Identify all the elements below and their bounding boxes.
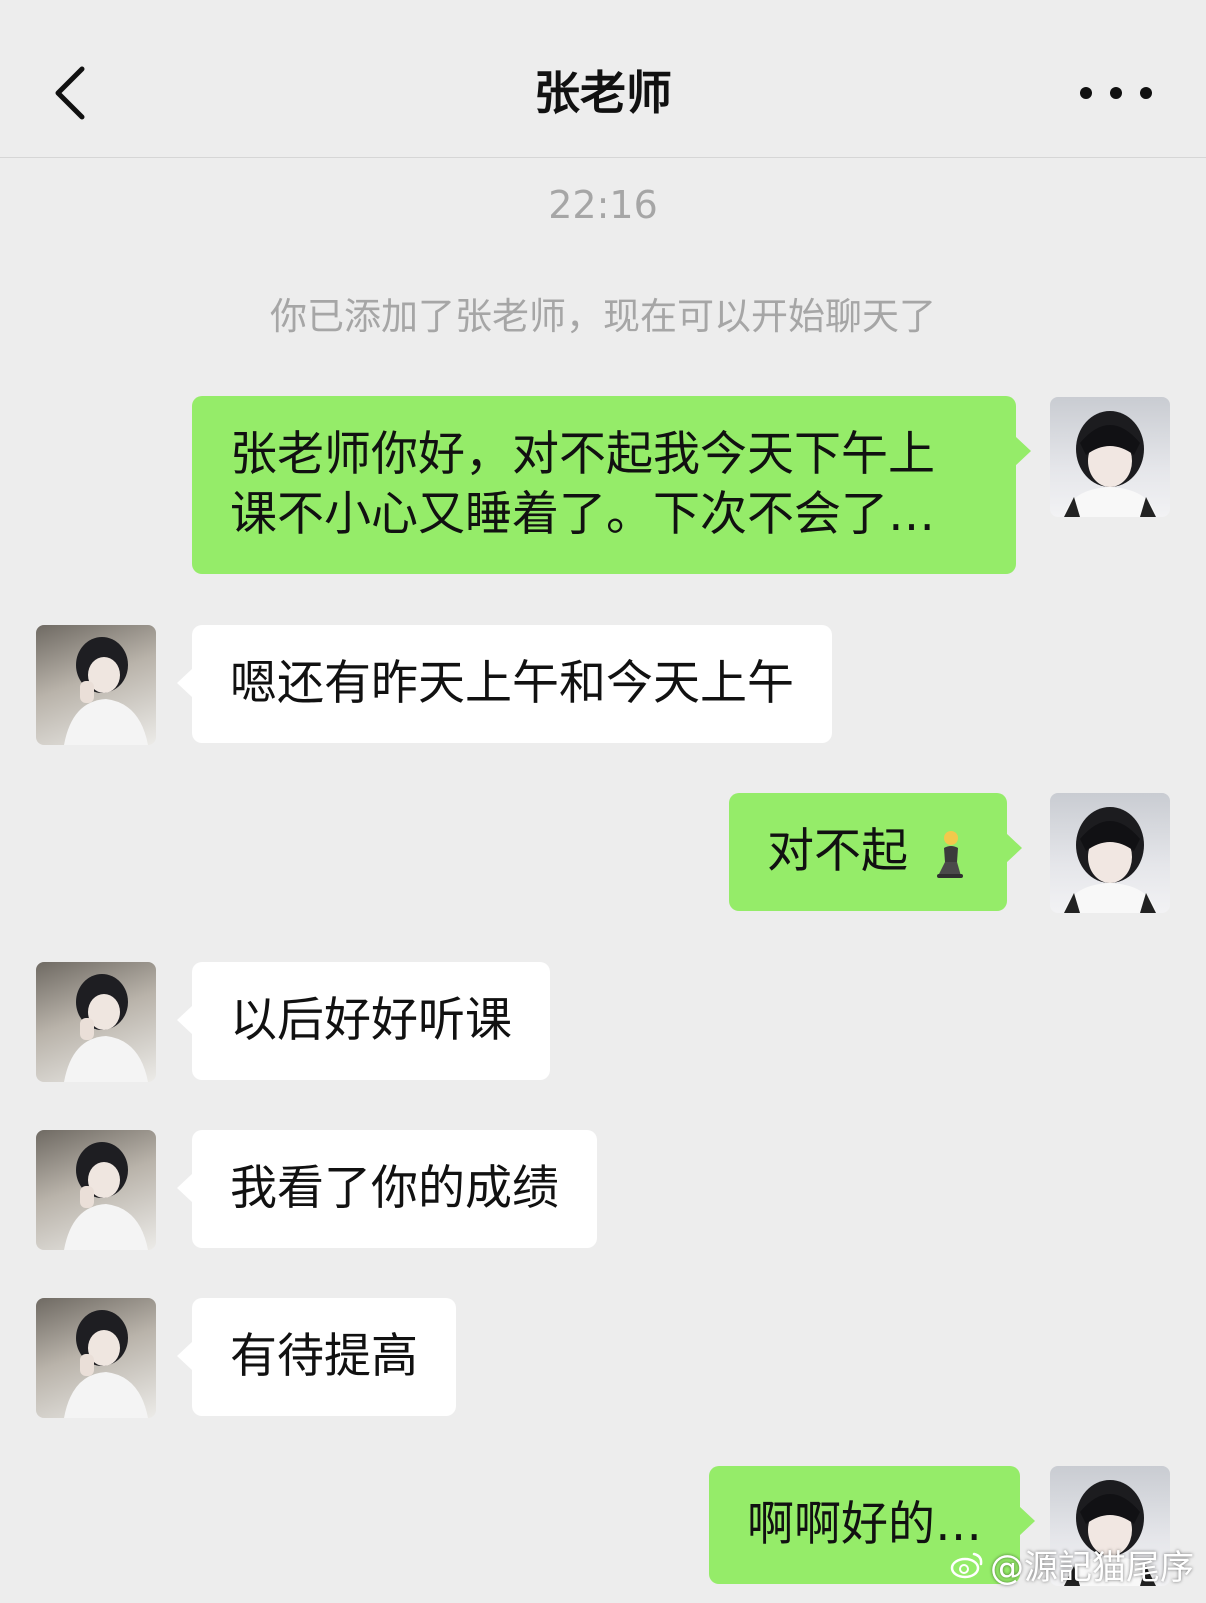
message-bubble-teacher[interactable]: 嗯还有昨天上午和今天上午	[177, 625, 832, 743]
watermark-text: @源記猫尾序	[990, 1548, 1194, 1588]
kneeling-person-icon	[936, 830, 963, 878]
system-notice: 你已添加了张老师，现在可以开始聊天了	[270, 295, 936, 338]
avatar-image	[64, 637, 148, 745]
navigation-bar: 张老师	[0, 0, 1206, 158]
chat-screen: 张老师 22:16 你已添加了张老师，现在可以开始聊天了 张老师你好，对不起我今…	[0, 0, 1206, 1603]
message-timestamp: 22:16	[548, 183, 658, 227]
message-text: 我看了你的成绩	[230, 1161, 559, 1216]
more-button[interactable]	[1080, 70, 1152, 116]
message-bubble-me[interactable]: 张老师你好，对不起我今天下午上课不小心又睡着了。下次不会了…	[192, 396, 1031, 574]
avatar-image	[64, 1310, 148, 1418]
avatar-me[interactable]	[1050, 793, 1170, 913]
avatar-teacher[interactable]	[36, 1298, 156, 1418]
avatar-image	[64, 974, 148, 1082]
more-dot	[1080, 87, 1092, 99]
avatar-teacher[interactable]	[36, 1130, 156, 1250]
avatar-teacher[interactable]	[36, 625, 156, 745]
message-bubble-teacher[interactable]: 以后好好听课	[177, 962, 550, 1080]
message-text: 啊啊好的…	[747, 1497, 982, 1552]
message-text: 有待提高	[230, 1329, 418, 1384]
weibo-logo-icon	[950, 1552, 983, 1578]
more-dot	[1110, 87, 1122, 99]
message-bubble-me[interactable]: 对不起	[729, 793, 1022, 911]
avatar-teacher[interactable]	[36, 962, 156, 1082]
message-text: 以后好好听课	[230, 993, 512, 1048]
chat-title: 张老师	[534, 66, 672, 120]
message-bubble-teacher[interactable]: 有待提高	[177, 1298, 456, 1416]
watermark: @源記猫尾序	[950, 1540, 1194, 1589]
message-text: 嗯还有昨天上午和今天上午	[230, 656, 794, 711]
message-text: 张老师你好，对不起我今天下午上课不小心又睡着了。下次不会了…	[230, 427, 935, 542]
more-dot	[1140, 87, 1152, 99]
avatar-me[interactable]	[1050, 397, 1170, 517]
message-text: 对不起	[767, 824, 908, 879]
avatar-image	[1064, 807, 1156, 913]
avatar-image	[64, 1142, 148, 1250]
message-bubble-teacher[interactable]: 我看了你的成绩	[177, 1130, 597, 1248]
avatar-image	[1064, 411, 1156, 517]
